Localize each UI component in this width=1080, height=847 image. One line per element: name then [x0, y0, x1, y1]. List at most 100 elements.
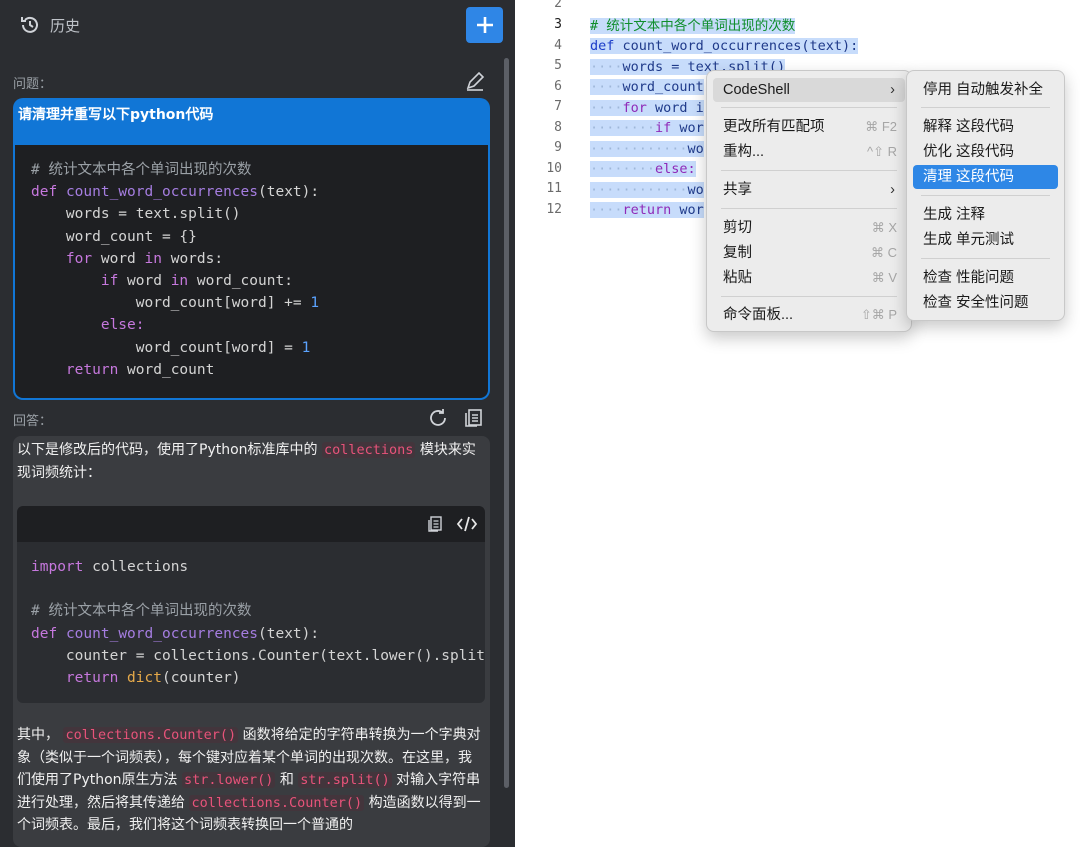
edit-icon[interactable]: [464, 70, 486, 92]
submenu-generate-tests[interactable]: 生成 单元测试: [913, 228, 1058, 252]
line-number: 7: [554, 99, 562, 114]
menu-item-label: 粘贴: [723, 270, 752, 286]
chat-header: 历史: [0, 0, 515, 52]
code-text: words:: [161, 250, 224, 267]
menu-item-change-all[interactable]: 更改所有匹配项 ⌘ F2: [713, 115, 905, 139]
menu-item-label: CodeShell: [723, 82, 790, 98]
regenerate-icon[interactable]: [427, 407, 449, 429]
menu-item-command-palette[interactable]: 命令面板... ⇧⌘ P: [713, 303, 905, 327]
code-text: collections: [83, 559, 189, 575]
menu-item-label: 重构...: [723, 144, 765, 160]
answer-text: 和: [279, 772, 294, 789]
submenu-optimize-code[interactable]: 优化 这段代码: [913, 140, 1058, 164]
answer-intro: 以下是修改后的代码，使用了Python标准库中的 collections 模块来…: [17, 439, 485, 484]
code-text: word i: [646, 100, 704, 116]
insert-code-icon[interactable]: [456, 515, 478, 537]
submenu-disable-autocomplete[interactable]: 停用 自动触发补全: [913, 78, 1058, 102]
code-text: (text):: [258, 184, 320, 201]
question-label: 问题：: [13, 77, 53, 92]
history-icon[interactable]: [19, 14, 41, 36]
code-text: word_count:: [188, 273, 293, 290]
code-keyword: else:: [655, 161, 696, 177]
menu-item-share[interactable]: 共享 ›: [713, 178, 905, 202]
answer-bubble: 以下是修改后的代码，使用了Python标准库中的 collections 模块来…: [13, 436, 490, 847]
submenu-check-performance[interactable]: 检查 性能问题: [913, 266, 1058, 290]
menu-item-cut[interactable]: 剪切 ⌘ X: [713, 216, 905, 240]
question-code-block: # 统计文本中各个单词出现的次数 def count_word_occurren…: [15, 145, 488, 398]
line-number: 4: [554, 38, 562, 53]
inline-code: collections.Counter(): [189, 794, 365, 811]
menu-shortcut: ⌘ V: [871, 270, 897, 285]
code-keyword: in: [144, 250, 162, 267]
line-number: 10: [546, 161, 562, 176]
editor-line: ····for word i: [590, 100, 704, 116]
submenu-clean-code[interactable]: 清理 这段代码: [913, 165, 1058, 189]
chevron-right-icon: ›: [890, 182, 895, 198]
history-title[interactable]: 历史: [50, 15, 80, 36]
submenu-check-security[interactable]: 检查 安全性问题: [913, 291, 1058, 315]
answer-explanation: 其中， collections.Counter() 函数将给定的字符串转换为一个…: [17, 724, 485, 837]
inline-code: collections.Counter(): [63, 727, 239, 743]
editor-line: ········else:: [590, 161, 696, 177]
new-chat-button[interactable]: [466, 7, 503, 43]
editor-line: ····word_count: [590, 79, 704, 95]
code-comment: # 统计文本中各个单词出现的次数: [590, 18, 796, 34]
plus-icon: [476, 17, 493, 33]
chat-scrollbar[interactable]: [504, 58, 509, 788]
inline-code: str.split(): [298, 772, 392, 789]
code-line: word_count = {}: [31, 228, 197, 245]
code-keyword: def: [31, 184, 58, 201]
copy-code-icon[interactable]: [427, 515, 445, 537]
code-line: words = text.split(): [31, 206, 241, 223]
submenu-generate-comments[interactable]: 生成 注释: [913, 203, 1058, 227]
code-text: count_word_occurrences(text):: [614, 38, 859, 54]
code-keyword: import: [31, 559, 84, 575]
code-text: wor: [671, 202, 704, 218]
chevron-right-icon: ›: [890, 82, 895, 98]
menu-item-codeshell[interactable]: CodeShell ›: [713, 78, 905, 102]
editor-line: def count_word_occurrences(text):: [590, 36, 859, 56]
code-keyword: else:: [100, 317, 145, 334]
menu-item-label: 命令面板...: [723, 307, 794, 323]
editor-line: ····return wor: [590, 202, 704, 218]
submenu-explain-code[interactable]: 解释 这段代码: [913, 115, 1058, 139]
editor-line: ············wo: [590, 141, 704, 157]
code-number: 1: [310, 295, 320, 312]
question-bubble: 请清理并重写以下python代码 # 统计文本中各个单词出现的次数 def co…: [13, 98, 490, 400]
menu-item-refactor[interactable]: 重构... ^⇧ R: [713, 140, 905, 164]
code-text: (text):: [258, 625, 320, 642]
code-builtin: dict: [127, 670, 162, 687]
code-text: word: [118, 273, 171, 290]
code-keyword: for: [622, 100, 647, 116]
code-comment: # 统计文本中各个单词出现的次数: [31, 603, 252, 620]
code-function: count_word_occurrences: [65, 184, 258, 201]
line-number: 12: [546, 202, 562, 217]
line-number: 8: [554, 120, 562, 135]
code-number: 1: [301, 339, 311, 356]
line-number: 5: [554, 58, 562, 73]
answer-code-block: import collections # 统计文本中各个单词出现的次数 def …: [17, 543, 485, 703]
menu-shortcut: ⌘ C: [871, 245, 897, 260]
code-text: (counter): [161, 670, 241, 687]
line-number: 3: [554, 17, 562, 32]
code-text: word_count: [118, 361, 215, 378]
line-number: 6: [554, 79, 562, 94]
line-number: 9: [554, 140, 562, 155]
menu-item-copy[interactable]: 复制 ⌘ C: [713, 241, 905, 265]
codeshell-submenu: 停用 自动触发补全 解释 这段代码 优化 这段代码 清理 这段代码 生成 注释 …: [906, 70, 1065, 321]
code-keyword: if: [655, 120, 672, 136]
code-text: wo: [687, 141, 704, 157]
code-keyword: return: [65, 670, 119, 687]
menu-shortcut: ^⇧ R: [867, 144, 897, 159]
chat-panel: 历史 问题： 请清理并重写以下python代码 # 统计文本中各个单词出现的次数…: [0, 0, 515, 847]
code-keyword: in: [170, 273, 189, 290]
code-keyword: def: [590, 38, 615, 54]
code-text: word_count: [622, 79, 704, 95]
menu-item-paste[interactable]: 粘贴 ⌘ V: [713, 266, 905, 290]
code-text: word: [92, 250, 145, 267]
inline-code: collections: [321, 442, 416, 458]
copy-icon[interactable]: [463, 407, 485, 429]
menu-item-label: 更改所有匹配项: [723, 119, 825, 135]
code-keyword: return: [65, 361, 119, 378]
editor-line: ············wo: [590, 182, 704, 198]
